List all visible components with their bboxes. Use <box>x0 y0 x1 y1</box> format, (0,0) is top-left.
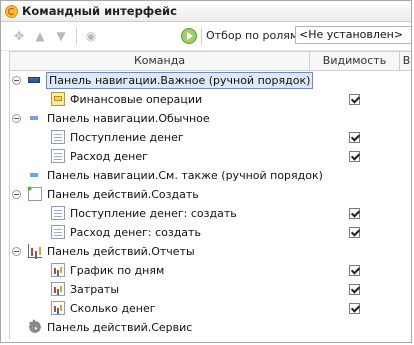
visibility-checkbox[interactable] <box>349 284 360 295</box>
visibility-checkbox[interactable] <box>349 303 360 314</box>
finance-icon <box>51 92 65 106</box>
visibility-checkbox[interactable] <box>349 265 360 276</box>
app-logo-icon <box>5 4 18 18</box>
visibility-checkbox[interactable] <box>349 151 360 162</box>
move-down-icon[interactable]: ▼ <box>53 28 69 44</box>
nav-panel-light-icon <box>30 173 38 177</box>
window-title: Командный интерфейс <box>22 4 177 18</box>
row-label: Поступление денег: создать <box>70 207 237 220</box>
move-up-icon[interactable]: ▲ <box>32 28 48 44</box>
row-label: Затраты <box>70 283 120 296</box>
commands-table: Команда Видимость В Панель навигации.Важ… <box>9 51 411 339</box>
group-row[interactable]: Панель навигации.См. также (ручной поряд… <box>10 166 411 185</box>
reset-icon[interactable]: ◉ <box>83 28 99 44</box>
row-label: Расход денег: создать <box>70 226 201 239</box>
table-row[interactable]: Расход денег <box>10 147 411 166</box>
group-row[interactable]: Панель действий.Отчеты <box>10 242 411 261</box>
document-icon <box>51 130 65 144</box>
row-label: Панель навигации.См. также (ручной поряд… <box>47 169 323 182</box>
row-label: Финансовые операции <box>70 93 203 106</box>
gear-icon <box>28 317 42 335</box>
role-filter-select[interactable]: <Не установлен> <box>295 26 411 44</box>
collapse-toggle-icon[interactable] <box>12 247 21 256</box>
column-header-extra[interactable]: В <box>400 52 411 70</box>
column-header-command[interactable]: Команда <box>10 52 310 70</box>
create-action-icon <box>26 185 42 201</box>
row-label: Панель навигации.Важное (ручной порядок) <box>45 72 314 89</box>
table-row[interactable]: График по дням <box>10 261 411 280</box>
collapse-toggle-icon[interactable] <box>12 114 21 123</box>
table-row[interactable]: Поступление денег <box>10 128 411 147</box>
row-label: График по дням <box>70 264 165 277</box>
role-filter-label: Отбор по ролям: <box>206 29 302 42</box>
table-row[interactable]: Финансовые операции <box>10 90 411 109</box>
toolbar-divider <box>201 28 202 45</box>
group-row[interactable]: Панель навигации.Обычное <box>10 109 411 128</box>
table-row[interactable]: Расход денег: создать <box>10 223 411 242</box>
reports-icon <box>28 244 42 258</box>
chart-icon <box>51 301 65 315</box>
row-label: Сколько денег <box>70 302 156 315</box>
apply-filter-button[interactable] <box>181 28 197 44</box>
group-row[interactable]: Панель навигации.Важное (ручной порядок) <box>10 71 411 90</box>
column-header-visibility[interactable]: Видимость <box>310 52 400 70</box>
row-label: Панель действий.Сервис <box>47 321 193 334</box>
row-label: Расход денег <box>70 150 148 163</box>
collapse-toggle-icon[interactable] <box>12 76 21 85</box>
row-label: Панель действий.Отчеты <box>47 245 195 258</box>
visibility-checkbox[interactable] <box>349 208 360 219</box>
row-label: Панель навигации.Обычное <box>47 112 210 125</box>
table-row[interactable]: Поступление денег: создать <box>10 204 411 223</box>
row-label: Поступление денег <box>70 131 184 144</box>
row-label: Панель действий.Создать <box>47 188 199 201</box>
chart-icon <box>51 282 65 296</box>
group-row[interactable]: Панель действий.Создать <box>10 185 411 204</box>
chart-icon <box>51 263 65 277</box>
toolbar-separator <box>76 27 77 45</box>
collapse-toggle-icon[interactable] <box>12 190 21 199</box>
nav-panel-light-icon <box>30 116 38 120</box>
toolbar: ✥ ▲ ▼ ◉ Отбор по ролям: <Не установлен> <box>1 22 411 51</box>
nav-panel-icon <box>28 77 40 83</box>
document-icon <box>51 225 65 239</box>
title-bar: Командный интерфейс <box>1 1 411 22</box>
group-row[interactable]: Панель действий.Сервис <box>10 317 411 337</box>
visibility-checkbox[interactable] <box>349 132 360 143</box>
move-icon[interactable]: ✥ <box>11 28 27 44</box>
visibility-checkbox[interactable] <box>349 94 360 105</box>
table-row[interactable]: Затраты <box>10 280 411 299</box>
table-row[interactable]: Сколько денег <box>10 299 411 318</box>
document-icon <box>51 206 65 220</box>
command-interface-window: Командный интерфейс ✥ ▲ ▼ ◉ Отбор по рол… <box>0 0 412 343</box>
table-header: Команда Видимость В <box>10 52 411 71</box>
table-body: Панель навигации.Важное (ручной порядок)… <box>10 71 411 337</box>
document-icon <box>51 149 65 163</box>
visibility-checkbox[interactable] <box>349 227 360 238</box>
